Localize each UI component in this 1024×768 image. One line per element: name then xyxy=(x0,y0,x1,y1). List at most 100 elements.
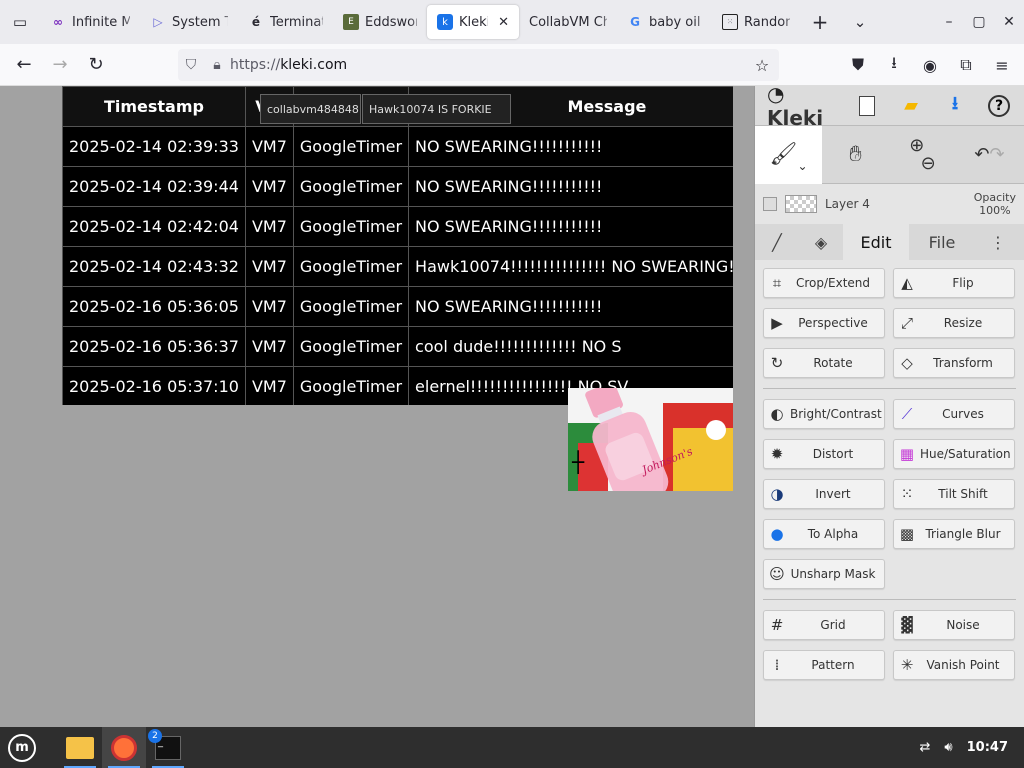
tab-6[interactable]: G baby oil - xyxy=(617,5,712,39)
resize-button[interactable]: ⤢ Resize xyxy=(893,308,1015,338)
dice-icon: ⁙ xyxy=(722,14,738,30)
save-download-icon[interactable]: ⭳ xyxy=(933,86,977,126)
more-options-icon[interactable]: ⋮ xyxy=(975,224,1021,260)
play-icon: ▷ xyxy=(153,15,163,29)
close-tab-icon[interactable]: ✕ xyxy=(498,15,509,30)
opacity-value: 100% xyxy=(979,204,1011,217)
clock[interactable]: 10:47 xyxy=(967,740,1008,755)
terminal-app-button[interactable]: _ 2 xyxy=(146,727,190,768)
tab-3[interactable]: E Eddswor xyxy=(333,5,427,39)
tab-edit[interactable]: Edit xyxy=(843,224,909,260)
cell-user: GoogleTimer xyxy=(292,366,410,405)
kleki-logo[interactable]: ◔ Kleki xyxy=(755,82,845,130)
volume-icon[interactable]: 🔊︎ xyxy=(944,740,952,755)
invert-button[interactable]: ◑ Invert xyxy=(763,479,885,509)
undo-icon[interactable]: ↶ xyxy=(974,144,989,165)
resize-icon: ⤢ xyxy=(900,314,913,332)
tab-1[interactable]: ▷ System T xyxy=(140,5,238,39)
close-window-icon[interactable]: ✕ xyxy=(994,14,1024,30)
redo-icon[interactable]: ↷ xyxy=(990,144,1005,165)
menu-hamburger-icon[interactable]: ≡ xyxy=(984,56,1020,75)
filter-label: Bright/Contrast xyxy=(790,407,882,421)
open-folder-icon[interactable]: ▰ xyxy=(889,86,933,126)
render-filters-group: # Grid ▓ Noise ⁞ Pattern ✳ Vanish Point xyxy=(763,610,1016,680)
tab-5[interactable]: CollabVM Ch xyxy=(519,5,617,39)
files-app-button[interactable] xyxy=(58,727,102,768)
undo-redo-tool[interactable]: ↶ ↷ xyxy=(956,126,1023,184)
help-icon[interactable]: ? xyxy=(977,86,1021,126)
noise-button[interactable]: ▓ Noise xyxy=(893,610,1015,640)
firefox-app-button[interactable] xyxy=(102,727,146,768)
perspective-icon: ▶ xyxy=(771,314,783,332)
kleki-canvas[interactable]: Timestamp VM Message 2025-02-14 02:39:33… xyxy=(0,86,754,727)
tilt-shift-icon: ⁙ xyxy=(900,485,914,503)
to-alpha-button[interactable]: ● To Alpha xyxy=(763,519,885,549)
back-arrow-icon[interactable]: ← xyxy=(6,47,42,83)
cell-timestamp: 2025-02-14 02:39:44 xyxy=(62,166,246,207)
forward-arrow-icon[interactable]: → xyxy=(42,47,78,83)
table-row: 2025-02-14 02:39:44 VM7 GoogleTimer NO SWEA… xyxy=(62,166,733,207)
bright-contrast-button[interactable]: ◐ Bright/Contrast xyxy=(763,399,885,429)
pocket-icon[interactable]: ⛊ xyxy=(840,55,876,75)
pattern-button[interactable]: ⁞ Pattern xyxy=(763,650,885,680)
cell-timestamp: 2025-02-14 02:39:33 xyxy=(62,126,246,167)
firefox-view-icon[interactable]: ▭ xyxy=(0,0,40,44)
tab-4[interactable]: k Kleki - ✕ xyxy=(427,5,519,39)
kleki-icon: k xyxy=(437,14,453,30)
layer-opacity: Opacity 100% xyxy=(974,191,1016,217)
filter-label: Resize xyxy=(943,316,983,330)
zoom-tool[interactable]: ⊕ ⊖ xyxy=(889,126,956,184)
cell-vm: VM7 xyxy=(244,166,294,207)
layer-row[interactable]: Layer 4 Opacity 100% xyxy=(755,184,1024,224)
grid-button[interactable]: # Grid xyxy=(763,610,885,640)
tab-2[interactable]: é Terminat xyxy=(238,5,333,39)
new-tab-icon[interactable]: + xyxy=(800,0,840,44)
distort-button[interactable]: ✹ Distort xyxy=(763,439,885,469)
hand-tool[interactable]: ✋︎ xyxy=(822,126,889,184)
mint-menu-button[interactable]: m xyxy=(0,727,44,768)
tab-0[interactable]: ∞ Infinite M xyxy=(40,5,140,39)
crosshair-cursor-icon: ┼ xyxy=(572,450,585,474)
window-count-badge: 2 xyxy=(148,729,162,743)
table-row: 2025-02-16 05:36:05 VM7 GoogleTimer NO SWEA… xyxy=(62,286,733,327)
flip-button[interactable]: ◭ Flip xyxy=(893,268,1015,298)
table-row: 2025-02-14 02:42:04 VM7 GoogleTimer NO SWEA… xyxy=(62,206,733,247)
crop-extend-button[interactable]: ⌗ Crop/Extend xyxy=(763,268,885,298)
brush-tool[interactable]: 🖌︎ ⌄ xyxy=(755,125,822,184)
unsharp-mask-button[interactable]: ☺ Unsharp Mask xyxy=(763,559,885,589)
vanish-point-button[interactable]: ✳ Vanish Point xyxy=(893,650,1015,680)
triangle-blur-button[interactable]: ▩ Triangle Blur xyxy=(893,519,1015,549)
curves-button[interactable]: ⟋ Curves xyxy=(893,399,1015,429)
transform-button[interactable]: ◇ Transform xyxy=(893,348,1015,378)
lock-icon[interactable]: 🔒︎ xyxy=(204,57,230,73)
tab-title: Kleki - xyxy=(459,14,489,30)
tab-file[interactable]: File xyxy=(909,224,975,260)
new-image-icon[interactable] xyxy=(845,86,889,126)
bookmark-star-icon[interactable]: ☆ xyxy=(745,56,779,75)
tab-layers[interactable]: ◈ xyxy=(799,224,843,260)
unsharp-mask-icon: ☺ xyxy=(769,565,785,583)
window-controls: – ▢ ✕ xyxy=(934,14,1024,30)
url-bar[interactable]: ⛉ 🔒︎ https:// kleki.com ☆ xyxy=(178,49,779,81)
noise-icon: ▓ xyxy=(901,616,913,634)
hand-icon: ✋︎ xyxy=(849,142,862,167)
layer-visibility-checkbox[interactable] xyxy=(763,197,777,211)
account-icon[interactable]: ◉ xyxy=(912,56,948,75)
tilt-shift-button[interactable]: ⁙ Tilt Shift xyxy=(893,479,1015,509)
shield-icon[interactable]: ⛉ xyxy=(178,57,204,73)
extensions-icon[interactable]: ⧉ xyxy=(948,55,984,75)
network-icon[interactable]: ⇄ xyxy=(920,740,931,755)
chat-log-table: Timestamp VM Message 2025-02-14 02:39:33… xyxy=(62,86,733,405)
tab-7[interactable]: ⁙ Random xyxy=(712,5,800,39)
maximize-icon[interactable]: ▢ xyxy=(964,14,994,30)
perspective-button[interactable]: ▶ Perspective xyxy=(763,308,885,338)
edit-filters-panel: ⌗ Crop/Extend ◭ Flip ▶ Perspective ⤢ Resize ↻ Rot… xyxy=(755,260,1024,680)
tab-brush-settings[interactable]: ╱ xyxy=(755,224,799,260)
cell-vm: VM7 xyxy=(244,366,294,405)
rotate-button[interactable]: ↻ Rotate xyxy=(763,348,885,378)
tab-list-chevron-icon[interactable]: ⌄ xyxy=(840,0,880,44)
reload-icon[interactable]: ↻ xyxy=(78,47,114,83)
hue-saturation-button[interactable]: ▦ Hue/Saturation xyxy=(893,439,1015,469)
minimize-icon[interactable]: – xyxy=(934,14,964,30)
download-icon[interactable]: ⭳ xyxy=(876,52,912,79)
